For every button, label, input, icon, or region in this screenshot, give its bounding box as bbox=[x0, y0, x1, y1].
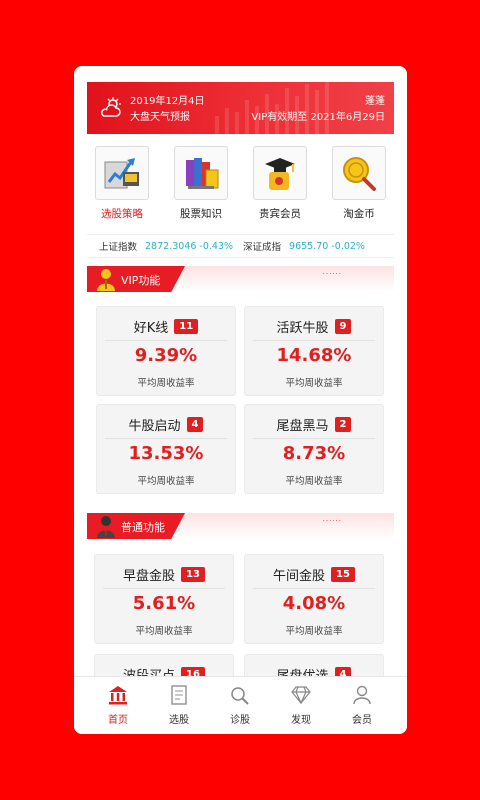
normal-section-dots: ······ bbox=[322, 517, 342, 525]
card-title: 好K线 bbox=[133, 321, 169, 336]
sh-index-name: 上证指数 bbox=[99, 242, 138, 253]
diamond-icon bbox=[291, 686, 311, 705]
vip-section-header: VIP功能 ······ bbox=[87, 264, 394, 294]
card-title: 早盘金股 bbox=[123, 569, 176, 584]
nav-item-diagnose[interactable]: 诊股 bbox=[215, 685, 265, 726]
feature-card[interactable]: 活跃牛股 9 14.68% 平均周收益率 bbox=[244, 306, 384, 396]
nav-label-home: 首页 bbox=[108, 715, 128, 726]
card-return: 14.68% bbox=[276, 345, 352, 366]
banner-forecast: 大盘天气预报 bbox=[130, 112, 190, 123]
feature-card[interactable]: 牛股启动 4 13.53% 平均周收益率 bbox=[96, 404, 236, 494]
nav-label-discover: 发现 bbox=[291, 715, 311, 726]
nav-label-select: 选股 bbox=[169, 715, 189, 726]
businessman-icon bbox=[97, 516, 115, 538]
count-badge: 11 bbox=[174, 319, 199, 334]
card-return: 4.08% bbox=[282, 593, 346, 614]
card-subtitle: 平均周收益率 bbox=[285, 626, 343, 637]
quick-label-knowledge: 股票知识 bbox=[180, 208, 222, 220]
bank-icon bbox=[109, 686, 127, 705]
count-badge: 2 bbox=[334, 417, 352, 432]
count-badge: 4 bbox=[186, 417, 204, 432]
nav-item-discover[interactable]: 发现 bbox=[276, 685, 326, 726]
document-icon bbox=[171, 685, 187, 705]
card-subtitle: 平均周收益率 bbox=[137, 476, 195, 487]
feature-card[interactable]: 好K线 11 9.39% 平均周收益率 bbox=[96, 306, 236, 396]
card-title: 活跃牛股 bbox=[276, 321, 329, 336]
coin-search-icon bbox=[332, 146, 386, 200]
nav-item-select[interactable]: 选股 bbox=[154, 685, 204, 726]
graduate-icon bbox=[253, 146, 307, 200]
quick-label-vip: 贵宾会员 bbox=[259, 208, 301, 220]
card-title: 牛股启动 bbox=[128, 419, 181, 434]
normal-section-tab: 普通功能 bbox=[87, 513, 185, 539]
card-subtitle: 平均周收益率 bbox=[285, 476, 343, 487]
count-badge: 9 bbox=[334, 319, 352, 334]
user-icon bbox=[353, 685, 371, 705]
count-badge: 13 bbox=[181, 567, 205, 582]
quick-item-coin[interactable]: 淘金币 bbox=[324, 146, 394, 221]
feature-card[interactable]: 尾盘黑马 2 8.73% 平均周收益率 bbox=[244, 404, 384, 494]
normal-section-title: 普通功能 bbox=[121, 521, 165, 534]
sz-index-value: 9655.70 -0.02% bbox=[289, 240, 365, 252]
app-window: 2019年12月4日 大盘天气预报 蓬蓬 VIP有效期至 2021年6月29日 … bbox=[74, 66, 407, 734]
sh-index-value: 2872.3046 -0.43% bbox=[145, 240, 234, 252]
feature-card[interactable]: 早盘金股 13 5.61% 平均周收益率 bbox=[94, 554, 234, 644]
username: 蓬蓬 bbox=[365, 96, 385, 107]
index-ticker[interactable]: 上证指数 2872.3046 -0.43% 深证成指 9655.70 -0.02… bbox=[87, 234, 394, 258]
strategy-icon bbox=[95, 146, 149, 200]
weather-banner[interactable]: 2019年12月4日 大盘天气预报 蓬蓬 VIP有效期至 2021年6月29日 bbox=[87, 82, 394, 134]
nav-item-member[interactable]: 会员 bbox=[337, 685, 387, 726]
normal-section-header: 普通功能 ······ bbox=[87, 511, 394, 541]
card-return: 5.61% bbox=[132, 593, 196, 614]
cloud-sun-icon bbox=[101, 97, 121, 117]
card-return: 9.39% bbox=[134, 345, 198, 366]
card-title: 尾盘黑马 bbox=[276, 419, 329, 434]
quick-menu: 选股策略 股票知识 贵宾会员 淘金币 bbox=[87, 146, 394, 226]
nav-label-member: 会员 bbox=[352, 715, 372, 726]
quick-item-knowledge[interactable]: 股票知识 bbox=[166, 146, 236, 221]
count-badge: 15 bbox=[331, 567, 355, 582]
quick-item-strategy[interactable]: 选股策略 bbox=[87, 146, 157, 221]
sz-index-name: 深证成指 bbox=[243, 242, 282, 253]
vip-expiry: VIP有效期至 2021年6月29日 bbox=[251, 112, 385, 123]
quick-label-strategy: 选股策略 bbox=[101, 208, 143, 220]
person-gold-icon bbox=[97, 269, 115, 291]
quick-item-vip[interactable]: 贵宾会员 bbox=[245, 146, 315, 221]
banner-date: 2019年12月4日 bbox=[130, 96, 205, 107]
quick-label-coin: 淘金币 bbox=[343, 208, 375, 220]
nav-label-diagnose: 诊股 bbox=[230, 715, 250, 726]
bottom-nav: 首页 选股 诊股 发现 会员 bbox=[74, 676, 407, 734]
nav-item-home[interactable]: 首页 bbox=[93, 685, 143, 726]
vip-section-dots: ······ bbox=[322, 270, 342, 278]
vip-section-tab: VIP功能 bbox=[87, 266, 185, 292]
books-icon bbox=[174, 146, 228, 200]
card-subtitle: 平均周收益率 bbox=[285, 378, 343, 389]
card-title: 午间金股 bbox=[273, 569, 326, 584]
card-return: 8.73% bbox=[282, 443, 346, 464]
card-subtitle: 平均周收益率 bbox=[137, 378, 195, 389]
card-return: 13.53% bbox=[128, 443, 204, 464]
vip-section-title: VIP功能 bbox=[121, 274, 161, 287]
magnifier-icon bbox=[231, 687, 249, 705]
card-subtitle: 平均周收益率 bbox=[135, 626, 193, 637]
feature-card[interactable]: 午间金股 15 4.08% 平均周收益率 bbox=[244, 554, 384, 644]
